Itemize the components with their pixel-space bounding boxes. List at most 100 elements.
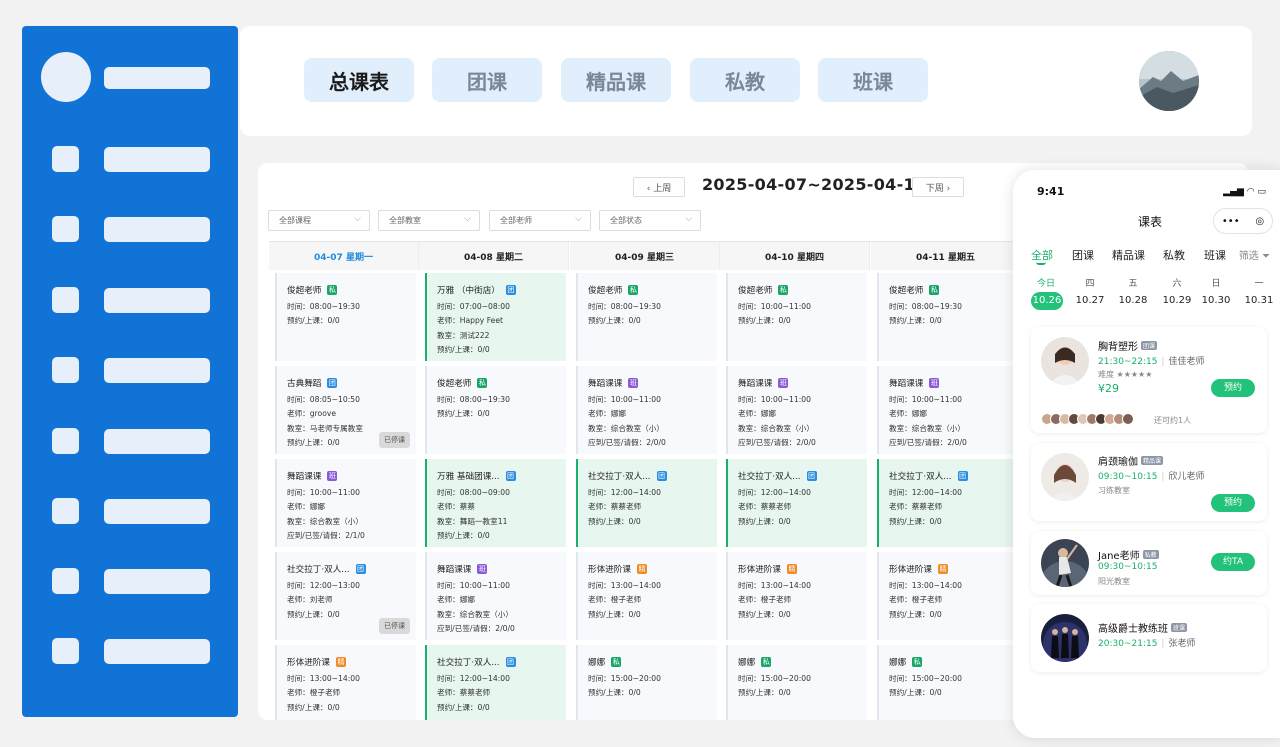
sidebar-item[interactable]: [52, 498, 210, 524]
course-detail-line: 老师：娜娜: [437, 595, 475, 605]
schedule-card[interactable]: 俊超老师私时间：08:00~19:30 预约/上课：0/0: [877, 273, 1018, 361]
schedule-card[interactable]: 社交拉丁·双人... 团时间：12:00~14:00 老师：蔡蔡老师 预约/上课：0/…: [425, 645, 566, 720]
schedule-card[interactable]: 形体进阶课精时间：13:00~14:00 老师：橙子老师 预约/上课：0/0: [275, 645, 416, 720]
schedule-card[interactable]: 舞蹈课课班时间：10:00~11:00 老师：娜娜 教室：综合教室（小） 应到/已签/…: [425, 552, 566, 640]
course-type-badge: 班: [477, 564, 488, 574]
phone-date[interactable]: 10.31: [1239, 292, 1279, 310]
schedule-card[interactable]: 舞蹈课课班时间：10:00~11:00 老师：娜娜 教室：综合教室（小） 应到/已签/…: [275, 459, 416, 547]
course-name: 肩颈瑜伽 精品课: [1098, 453, 1164, 468]
phone-course-card[interactable]: 胸背塑形 团课 21:30~22:15 | 佳佳老师 难度 ★★★★★ ¥29 预约 …: [1031, 327, 1267, 433]
tab-all-schedule[interactable]: 总课表: [304, 58, 414, 102]
phone-course-card[interactable]: 肩颈瑜伽 精品课 09:30~10:15 | 欣儿老师 习练教室 预约: [1031, 443, 1267, 521]
coach-avatar: [1041, 453, 1089, 501]
course-detail-line: 预约/上课：0/0: [889, 609, 942, 619]
phone-course-card[interactable]: Jane老师 私教 09:30~10:15 阳光教室 约TA: [1031, 531, 1267, 595]
schedule-card[interactable]: 俊超老师私时间：08:00~19:30 预约/上课：0/0: [275, 273, 416, 361]
sidebar-item[interactable]: [52, 287, 210, 313]
phone-date[interactable]: 10.30: [1196, 292, 1236, 310]
course-detail-line: 时间：15:00~20:00: [889, 674, 962, 683]
phone-tab-cohort[interactable]: 班课: [1204, 247, 1226, 263]
course-detail-line: 预约/上课：0/0: [889, 688, 942, 698]
next-week-button[interactable]: 下周 ›: [912, 177, 964, 197]
course-difficulty: 难度 ★★★★★: [1098, 370, 1153, 379]
coach-avatar: [1041, 539, 1089, 587]
sidebar-item-label: [104, 429, 210, 454]
schedule-card[interactable]: 社交拉丁·双人... 团时间：12:00~14:00 老师：蔡蔡老师 预约/上课：0/…: [726, 459, 867, 547]
chevron-down-icon: ⌵: [685, 214, 692, 224]
phone-tab-all[interactable]: 全部: [1031, 247, 1053, 263]
filter-status-select[interactable]: 全部状态 ⌵: [599, 210, 701, 231]
sidebar-item-label: [104, 499, 210, 524]
phone-date[interactable]: 10.29: [1157, 292, 1197, 310]
schedule-card[interactable]: 舞蹈课课班时间：10:00~11:00 老师：娜娜 教室：综合教室（小） 应到/已签/…: [576, 366, 717, 454]
book-button[interactable]: 预约: [1211, 494, 1255, 512]
sidebar-item[interactable]: [52, 568, 210, 594]
course-detail-line: 老师：娜娜: [889, 409, 927, 419]
schedule-card[interactable]: 社交拉丁·双人... 团时间：12:00~14:00 老师：蔡蔡老师 预约/上课：0/…: [576, 459, 717, 547]
course-title: 俊超老师私: [437, 376, 566, 392]
schedule-card[interactable]: 古典舞蹈团时间：08:05~10:50 老师：groove 教室：马老师专属教室 预约…: [275, 366, 416, 454]
phone-tab-group[interactable]: 团课: [1072, 247, 1094, 263]
tab-cohort-class[interactable]: 班课: [818, 58, 928, 102]
week-range: 2025-04-07~2025-04-13: [702, 175, 927, 194]
phone-tab-private[interactable]: 私教: [1163, 247, 1185, 263]
course-name-text: 胸背塑形: [1098, 342, 1138, 353]
course-name: Jane老师 私教: [1098, 547, 1159, 562]
filter-room-select[interactable]: 全部教室 ⌵: [378, 210, 480, 231]
phone-date[interactable]: 10.28: [1113, 292, 1153, 310]
day-column-header: 04-07 星期一: [269, 242, 419, 270]
tab-group-class[interactable]: 团课: [432, 58, 542, 102]
course-detail-line: 应到/已签/请假：2/0/0: [889, 437, 967, 447]
schedule-card[interactable]: 娜娜私时间：15:00~20:00 预约/上课：0/0: [576, 645, 717, 720]
sidebar-item[interactable]: [52, 357, 210, 383]
more-icon[interactable]: •••: [1222, 216, 1240, 227]
schedule-card[interactable]: 娜娜私时间：15:00~20:00 预约/上课：0/0: [877, 645, 1018, 720]
course-type-badge: 精: [636, 564, 647, 574]
schedule-card[interactable]: 形体进阶课精时间：13:00~14:00 老师：橙子老师 预约/上课：0/0: [726, 552, 867, 640]
contact-button[interactable]: 约TA: [1211, 553, 1255, 571]
schedule-card[interactable]: 万雅 基础团课... 团时间：08:00~09:00 老师：蔡蔡 教室：舞蹈一教室11…: [425, 459, 566, 547]
course-detail-line: 预约/上课：0/0: [588, 516, 641, 526]
phone-filter-button[interactable]: 筛选 ⏷: [1239, 247, 1270, 262]
prev-week-button[interactable]: ‹ 上周: [633, 177, 685, 197]
tab-premium-class[interactable]: 精品课: [561, 58, 671, 102]
filter-teacher-select[interactable]: 全部老师 ⌵: [489, 210, 591, 231]
course-detail-line: 应到/已签/请假：2/0/0: [437, 623, 515, 633]
phone-tab-premium[interactable]: 精品课: [1112, 247, 1145, 263]
close-circle-icon[interactable]: ◎: [1255, 216, 1264, 227]
phone-status-icons: ▂▄▆ ◠ ▭: [1223, 187, 1266, 197]
schedule-card[interactable]: 俊超老师私时间：08:00~19:30 预约/上课：0/0: [425, 366, 566, 454]
course-type-tag: 私教: [1142, 550, 1159, 559]
sidebar-item[interactable]: [52, 216, 210, 242]
course-detail-line: 时间：10:00~11:00: [588, 395, 661, 404]
sidebar-item[interactable]: [52, 428, 210, 454]
course-title: 舞蹈课课班: [437, 562, 566, 578]
course-detail-line: 老师：娜娜: [738, 409, 776, 419]
phone-date[interactable]: 10.27: [1070, 292, 1110, 310]
course-detail-line: 教室：综合教室（小）: [287, 516, 363, 526]
schedule-card[interactable]: 舞蹈课课班时间：10:00~11:00 老师：娜娜 教室：综合教室（小） 应到/已签/…: [726, 366, 867, 454]
schedule-card[interactable]: 社交拉丁·双人... 团时间：12:00~14:00 老师：蔡蔡老师 预约/上课：0/…: [877, 459, 1018, 547]
user-avatar[interactable]: [1139, 51, 1199, 111]
schedule-card[interactable]: 舞蹈课课班时间：10:00~11:00 老师：娜娜 教室：综合教室（小） 应到/已签/…: [877, 366, 1018, 454]
course-time: 21:30~22:15 | 佳佳老师: [1098, 357, 1205, 367]
phone-course-card[interactable]: 高级爵士教练班 班课 20:30~21:15 | 张老师: [1031, 604, 1267, 672]
course-teacher: 欣儿老师: [1168, 472, 1205, 482]
day-column-header: 04-11 星期五: [871, 242, 1021, 270]
course-time: 20:30~21:15 | 张老师: [1098, 639, 1196, 649]
schedule-card[interactable]: 娜娜私时间：15:00~20:00 预约/上课：0/0: [726, 645, 867, 720]
schedule-card[interactable]: 万雅 （中街店） 团时间：07:00~08:00 老师：Happy Feet 教室：测…: [425, 273, 566, 361]
schedule-card[interactable]: 社交拉丁·双人... 团时间：12:00~13:00 老师：刘老师 预约/上课：0/0…: [275, 552, 416, 640]
schedule-card[interactable]: 形体进阶课精时间：13:00~14:00 老师：橙子老师 预约/上课：0/0: [576, 552, 717, 640]
course-detail-line: 时间：08:05~10:50: [287, 395, 360, 404]
schedule-card[interactable]: 俊超老师私时间：10:00~11:00 预约/上课：0/0: [726, 273, 867, 361]
sidebar-item[interactable]: [52, 638, 210, 664]
phone-date-today[interactable]: 10.26: [1031, 292, 1063, 310]
schedule-card[interactable]: 形体进阶课精时间：13:00~14:00 老师：橙子老师 预约/上课：0/0: [877, 552, 1018, 640]
tab-private-class[interactable]: 私教: [690, 58, 800, 102]
sidebar-item[interactable]: [52, 146, 210, 172]
book-button[interactable]: 预约: [1211, 379, 1255, 397]
mobile-preview: 9:41 ▂▄▆ ◠ ▭ 课表 ••• ◎ 全部 团课 精品课 私教 班课 筛选…: [1013, 170, 1280, 738]
filter-course-select[interactable]: 全部课程 ⌵: [268, 210, 370, 231]
schedule-card[interactable]: 俊超老师私时间：08:00~19:30 预约/上课：0/0: [576, 273, 717, 361]
